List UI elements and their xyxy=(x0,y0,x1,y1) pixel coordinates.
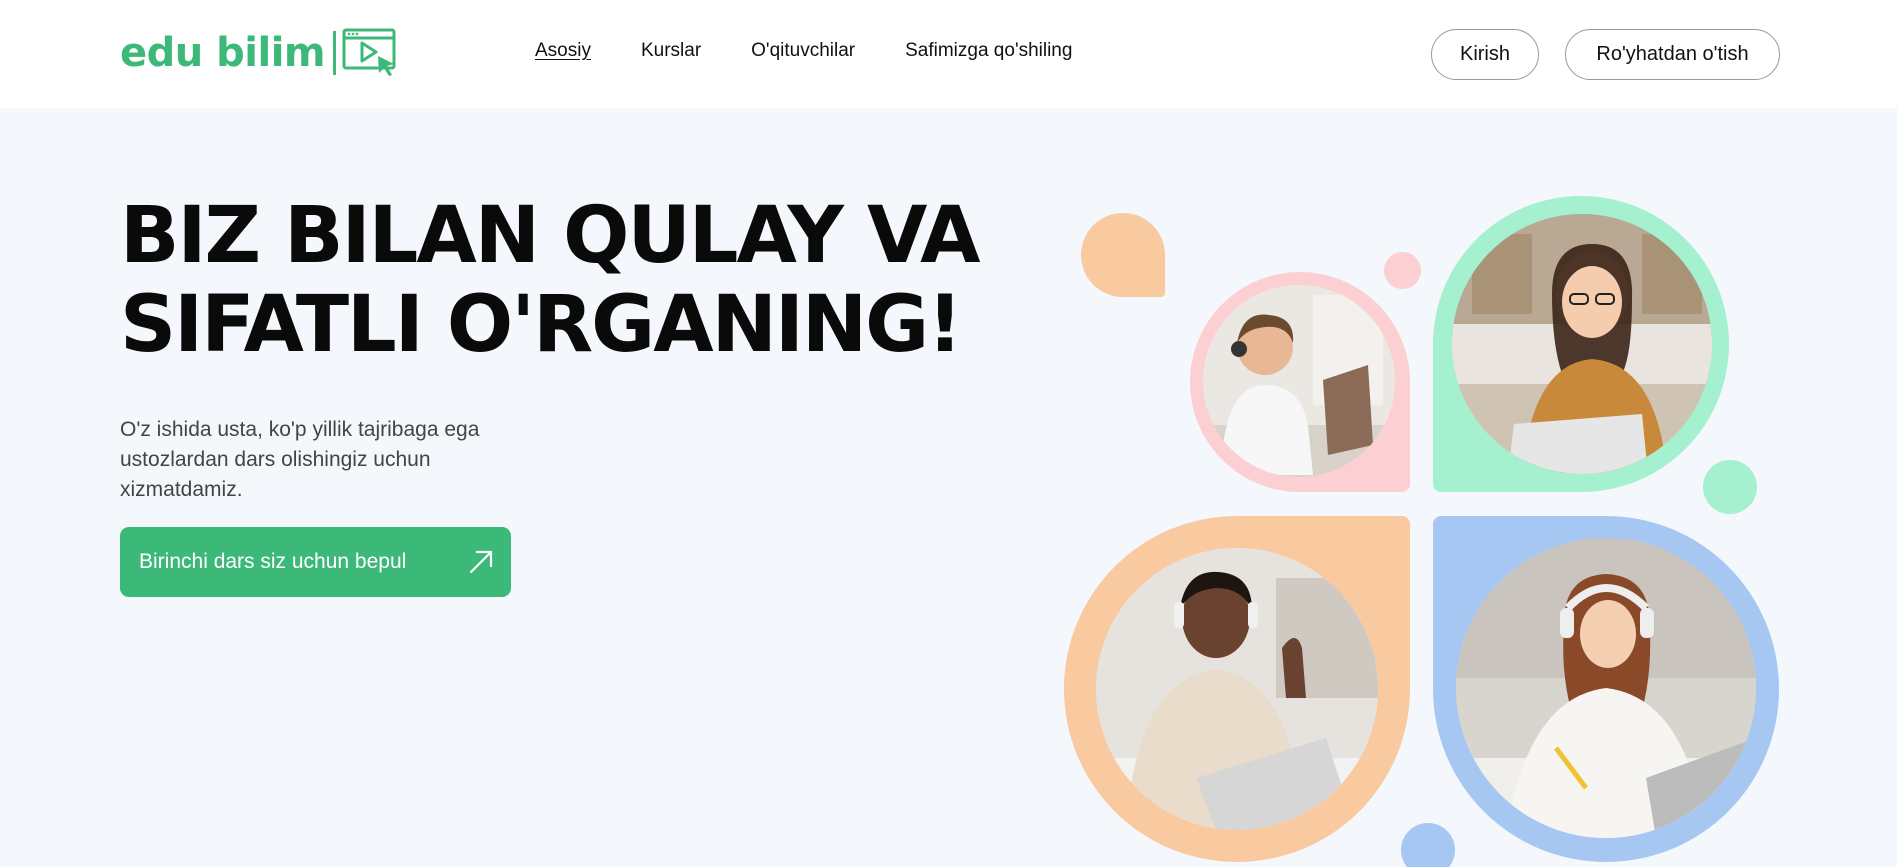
hero-title-line2: SIFATLI O'RGANING! xyxy=(120,280,963,370)
nav-item-asosiy[interactable]: Asosiy xyxy=(535,40,591,62)
student-photo-man-waving xyxy=(1096,548,1378,830)
video-player-cursor-icon xyxy=(342,28,396,76)
nav-item-safimizga[interactable]: Safimizga qo'shiling xyxy=(905,40,1072,62)
logo-divider xyxy=(333,31,337,75)
site-header: edu bilim Asosiy Kurslar O'qituvchilar S… xyxy=(0,0,1897,108)
nav-item-oqituvchilar[interactable]: O'qituvchilar xyxy=(751,40,855,62)
login-button[interactable]: Kirish xyxy=(1431,29,1539,80)
arrow-up-right-icon xyxy=(469,550,493,574)
student-photo-woman-writing xyxy=(1456,538,1756,838)
deco-peach-drop xyxy=(1081,213,1165,297)
deco-pink-dot xyxy=(1384,252,1421,289)
cta-label: Birinchi dars siz uchun bepul xyxy=(139,550,407,573)
main-nav: Asosiy Kurslar O'qituvchilar Safimizga q… xyxy=(535,40,1122,62)
nav-item-kurslar[interactable]: Kurslar xyxy=(641,40,701,62)
hero-title-line1: BIZ BILAN QULAY VA xyxy=(120,191,980,281)
teacher-photo-woman-headset xyxy=(1452,214,1712,474)
hero-subtitle: O'z ishida usta, ko'p yillik tajribaga e… xyxy=(120,418,480,501)
register-button[interactable]: Ro'yhatdan o'tish xyxy=(1565,29,1780,80)
deco-blue-dot xyxy=(1401,823,1455,867)
student-photo-boy xyxy=(1203,285,1395,477)
deco-mint-dot xyxy=(1703,460,1757,514)
free-lesson-cta-button[interactable]: Birinchi dars siz uchun bepul xyxy=(120,527,511,597)
logo-text: edu bilim xyxy=(120,30,326,76)
brand-logo[interactable]: edu bilim xyxy=(120,26,400,80)
hero-title: BIZ BILAN QULAY VA SIFATLI O'RGANING! xyxy=(120,192,980,370)
